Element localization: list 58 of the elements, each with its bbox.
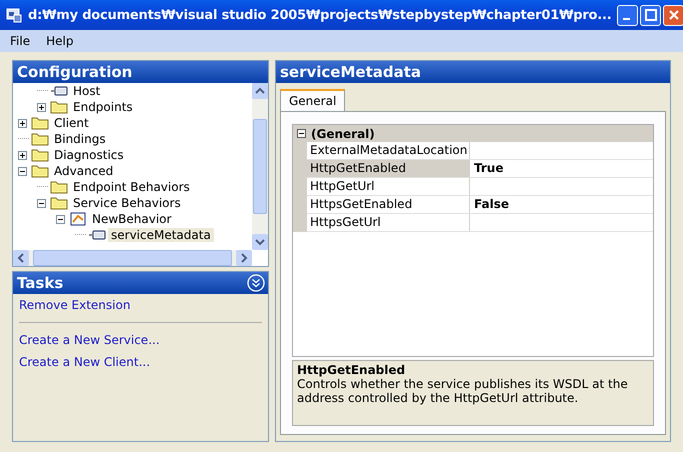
tree-item[interactable]: NewBehavior [89, 212, 174, 226]
menu-item[interactable]: Help [46, 34, 74, 48]
tree-item[interactable]: Service Behaviors [70, 196, 184, 210]
property-name[interactable]: HttpGetEnabled [307, 160, 470, 177]
folder-icon [31, 132, 49, 146]
expand-toggle[interactable] [37, 198, 48, 208]
minimize-icon [622, 18, 630, 20]
tree-item[interactable]: serviceMetadata [108, 228, 214, 242]
folder-icon [50, 100, 68, 114]
item-icon [88, 228, 106, 242]
expand-toggle[interactable] [37, 102, 48, 112]
task-link[interactable]: Create a New Service... [19, 333, 262, 347]
property-name[interactable]: HttpsGetEnabled [307, 196, 470, 213]
tree-item[interactable]: Endpoints [70, 100, 136, 114]
task-link[interactable]: Create a New Client... [19, 355, 262, 369]
scroll-up-icon[interactable] [252, 83, 268, 99]
panel-header: serviceMetadata [276, 61, 670, 83]
description-text: Controls whether the service publishes its WSDL at the address controlled by the HttpGetUrl attribute. [297, 377, 629, 405]
expand-toggle[interactable] [18, 118, 29, 128]
close-button[interactable] [663, 4, 683, 26]
folder-icon [31, 148, 49, 162]
expand-toggle[interactable] [18, 166, 29, 176]
panel-header: Tasks [17, 274, 64, 292]
tree-item[interactable]: Diagnostics [51, 148, 127, 162]
scroll-down-icon[interactable] [252, 234, 268, 250]
horizontal-scrollbar[interactable] [13, 250, 252, 266]
vertical-scrollbar[interactable] [252, 83, 268, 250]
app-icon [6, 7, 22, 23]
item-icon [50, 84, 68, 98]
close-icon [668, 9, 680, 21]
collapse-icon[interactable] [247, 274, 265, 292]
expand-toggle[interactable] [18, 150, 29, 160]
folder-icon [31, 164, 49, 178]
tree-item[interactable]: Advanced [51, 164, 116, 178]
scroll-left-icon[interactable] [13, 250, 29, 266]
folder-icon [31, 116, 49, 130]
maximize-button[interactable] [640, 4, 662, 26]
folder-icon [50, 180, 68, 194]
folder-icon [50, 196, 68, 210]
tree-item[interactable]: Bindings [51, 132, 109, 146]
tree-item[interactable]: Host [70, 84, 104, 98]
category-label: (General) [311, 126, 375, 140]
task-link[interactable]: Remove Extension [19, 298, 262, 312]
property-value[interactable]: False [470, 196, 653, 213]
maximize-icon [644, 9, 657, 21]
tree-item[interactable]: Endpoint Behaviors [70, 180, 193, 194]
property-value[interactable]: True [470, 160, 653, 177]
tree-item[interactable]: Client [51, 116, 92, 130]
behavior-icon [69, 212, 87, 226]
expand-toggle[interactable] [56, 214, 67, 224]
scroll-right-icon[interactable] [236, 250, 252, 266]
description-title: HttpGetEnabled [297, 363, 406, 377]
menu-item[interactable]: File [10, 34, 30, 48]
window-title: d:₩my documents₩visual studio 2005₩projects₩stepbystep₩chapter01₩pro... [28, 8, 612, 22]
tab[interactable]: General [280, 89, 346, 111]
panel-header: Configuration [13, 61, 268, 83]
minimize-button[interactable] [617, 4, 638, 26]
collapse-toggle[interactable] [297, 129, 306, 138]
